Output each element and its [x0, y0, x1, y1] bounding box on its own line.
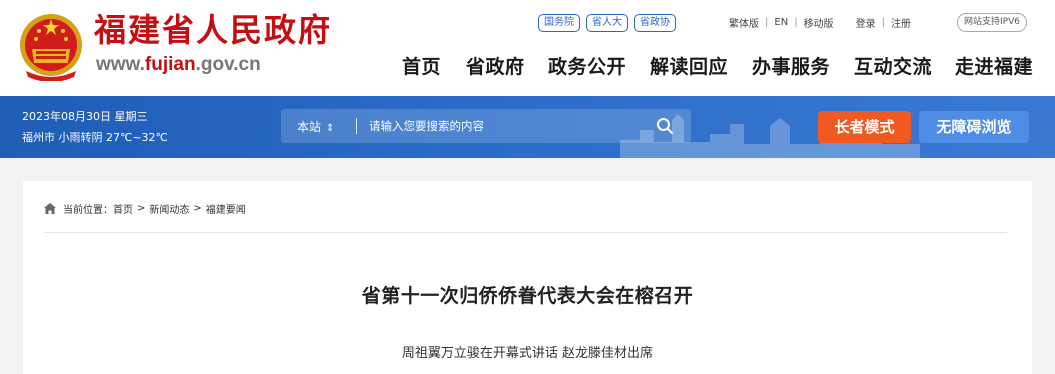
nav-provincial-government[interactable]: 省政府 [466, 54, 525, 80]
traditional-chinese-link[interactable]: 繁体版 [729, 15, 759, 30]
main-nav: 首页 省政府 政务公开 解读回应 办事服务 互动交流 走进福建 [0, 54, 1055, 82]
org-links: 国务院 省人大 省政协 [538, 14, 676, 32]
search-icon[interactable] [656, 117, 674, 135]
search-scope-select[interactable]: 本站 ⇕ [297, 118, 334, 135]
breadcrumb-fujian-news[interactable]: 福建要闻 [206, 201, 246, 216]
elder-mode-button[interactable]: 长者模式 [818, 111, 911, 143]
breadcrumb-separator: > [137, 203, 146, 214]
nav-government-affairs[interactable]: 政务公开 [548, 54, 626, 80]
separator: | [794, 17, 798, 28]
sort-arrows-icon: ⇕ [326, 123, 335, 134]
english-link[interactable]: EN [774, 17, 788, 28]
org-link-provincial-cppcc[interactable]: 省政协 [634, 14, 676, 32]
divider [44, 232, 1007, 233]
search-box: 本站 ⇕ [281, 109, 691, 143]
article-title: 省第十一次归侨侨眷代表大会在榕召开 [361, 285, 694, 307]
breadcrumb-separator: > [193, 203, 202, 214]
nav-interaction[interactable]: 互动交流 [854, 54, 932, 80]
article-card: 当前位置：首页 > 新闻动态 > 福建要闻 省第十一次归侨侨眷代表大会在榕召开 … [23, 181, 1032, 374]
login-link[interactable]: 登录 [856, 15, 876, 30]
search-divider [356, 118, 357, 134]
current-date: 2023年08月30日 星期三 [22, 110, 148, 123]
breadcrumb-news[interactable]: 新闻动态 [149, 201, 189, 216]
search-input[interactable] [369, 116, 639, 136]
nav-interpretation[interactable]: 解读回应 [650, 54, 728, 80]
breadcrumb: 当前位置：首页 > 新闻动态 > 福建要闻 [44, 201, 246, 216]
nav-home[interactable]: 首页 [402, 54, 441, 80]
org-link-state-council[interactable]: 国务院 [538, 14, 580, 32]
separator: | [881, 17, 885, 28]
top-links: 繁体版 | EN | 移动版 登录 | 注册 [729, 15, 911, 30]
site-name[interactable]: 福建省人民政府 [94, 10, 332, 50]
accessibility-button[interactable]: 无障碍浏览 [919, 111, 1029, 143]
breadcrumb-home[interactable]: 当前位置：首页 [63, 201, 133, 216]
nav-about-fujian[interactable]: 走进福建 [955, 54, 1033, 80]
nav-services[interactable]: 办事服务 [752, 54, 830, 80]
article-subtitle: 周祖翼万立骏在开幕式讲话 赵龙滕佳材出席 [401, 346, 654, 361]
home-icon [44, 203, 56, 214]
weather-info: 福州市 小雨转阴 27℃~32℃ [22, 131, 168, 144]
separator: | [765, 17, 769, 28]
register-link[interactable]: 注册 [891, 15, 911, 30]
org-link-provincial-congress[interactable]: 省人大 [586, 14, 628, 32]
mobile-link[interactable]: 移动版 [804, 15, 834, 30]
ipv6-badge: 网站支持IPV6 [957, 13, 1027, 32]
search-scope-label: 本站 [297, 120, 322, 134]
site-header: 福建省人民政府 www.fujian.gov.cn 国务院 省人大 省政协 繁体… [0, 0, 1055, 96]
